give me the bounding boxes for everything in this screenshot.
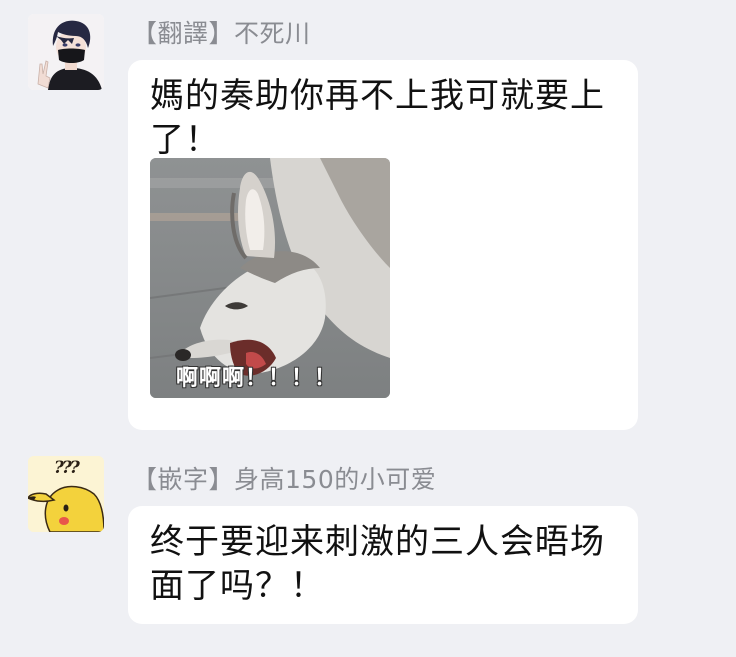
masked-boy-avatar-icon [28, 14, 104, 90]
sender-tag: 【嵌字】 [132, 465, 235, 494]
sender-tag: 【翻譯】 [132, 19, 235, 48]
sender-nickname: 不死川 [234, 19, 311, 48]
message-text: 终于要迎来刺激的三人会晤场面了吗？！ [150, 522, 605, 606]
message-1: 【翻譯】不死川 媽的奏助你再不上我可就要上了！ 啊啊啊！！！！ [0, 0, 736, 440]
message-bubble-2[interactable]: 终于要迎来刺激的三人会晤场面了吗？！ [128, 506, 638, 624]
avatar-question-marks: ??? [54, 458, 80, 478]
message-text: 媽的奏助你再不上我可就要上了！ [150, 76, 605, 160]
avatar-user-2[interactable]: ??? [28, 456, 104, 532]
message-2: ??? 【嵌字】身高150的小可爱 终于要迎来刺激的三人会晤场面了吗？！ [0, 450, 736, 657]
sticker-caption: 啊啊啊！！！！ [176, 366, 338, 391]
avatar-user-1[interactable] [28, 14, 104, 90]
husky-sticker-image[interactable]: 啊啊啊！！！！ [150, 158, 390, 398]
message-bubble-1[interactable]: 媽的奏助你再不上我可就要上了！ 啊啊啊！！！！ [128, 60, 638, 430]
sender-name-1: 【翻譯】不死川 [132, 14, 311, 50]
sender-name-2: 【嵌字】身高150的小可爱 [132, 460, 436, 496]
sender-nickname: 身高150的小可爱 [234, 465, 437, 494]
chat-window: { "messages": [ { "sender_tag": "【翻譯】", … [0, 0, 736, 657]
